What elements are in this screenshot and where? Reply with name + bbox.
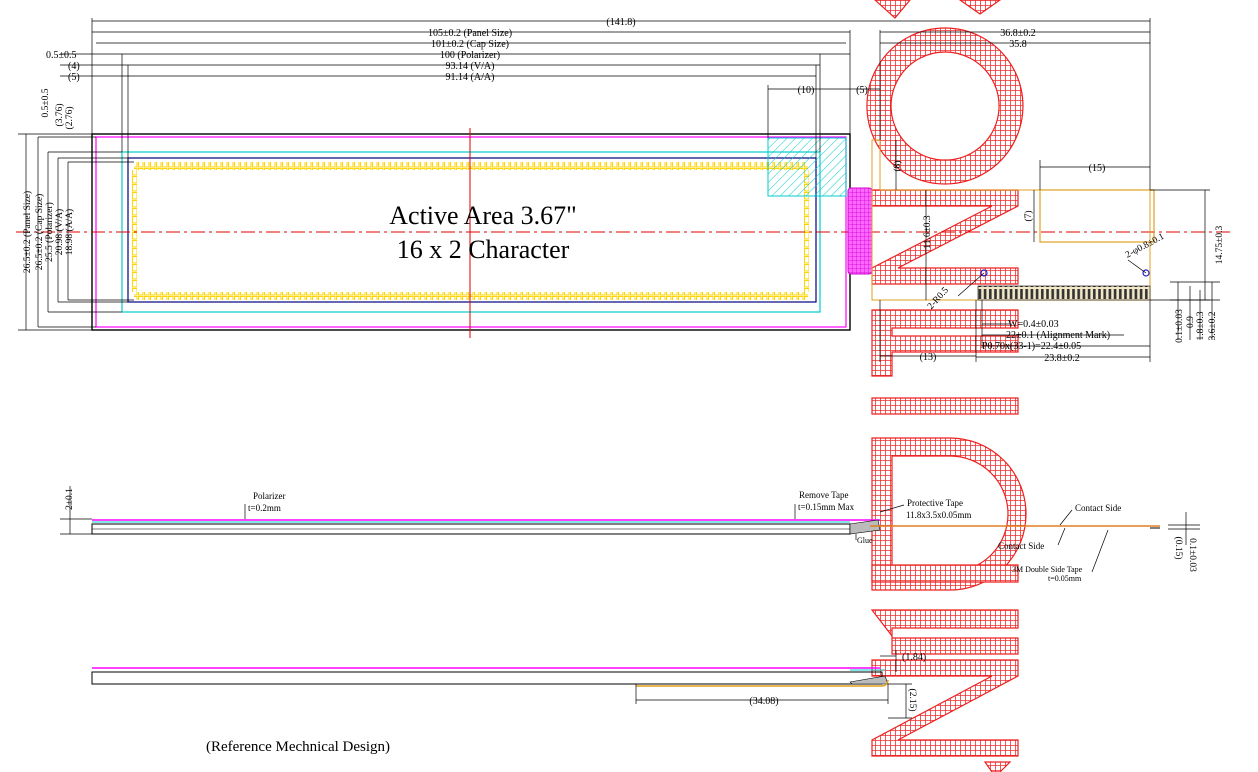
dim-5: (5) <box>856 85 868 96</box>
dim-r2: 1.8±0.3 <box>1196 311 1206 340</box>
dim-pitch: P0.70x(33-1)=22.4±0.05 <box>982 341 1081 352</box>
dim-hole-right: 2-φ0.8±0.1 <box>1124 232 1166 261</box>
dim-aa-width: 91.14 (A/A) <box>446 72 495 83</box>
connector-block <box>847 187 873 275</box>
dim-fpc-thickness-2: (0.15) <box>1173 537 1184 560</box>
dim-left-l2: (3.76) <box>54 104 65 127</box>
va-outline <box>127 157 817 303</box>
fpc-pins <box>977 285 1151 301</box>
dim-left-offset-2: (4) <box>68 61 80 72</box>
character-title: 16 x 2 Character <box>397 235 570 264</box>
dim-r4: 0.1±0.03 <box>1175 309 1185 343</box>
label-remove-tape: Remove Tape <box>799 490 848 500</box>
dim-left-offset-3: (5) <box>68 72 80 83</box>
dim-r1: 3.6±0.2 <box>1208 311 1218 340</box>
active-area-left-col <box>132 170 137 292</box>
dim-fpc-thickness: 0.1±0.03 <box>1187 538 1197 572</box>
active-area-top-row <box>134 162 808 170</box>
dim-polarizer-height: 25.5 (Polarizer) <box>44 202 55 262</box>
dim-aa-height: 18.98 (A/A) <box>64 209 75 255</box>
dim-7: (7) <box>1023 210 1034 221</box>
top-dimension-lines <box>60 18 1210 301</box>
front-view <box>16 128 1230 338</box>
dim-alignment-mark: 22±0.1 (Alignment Mark) <box>1006 330 1110 341</box>
dim-15: (15) <box>1089 163 1106 174</box>
dim-polarizer-width: 100 (Polarizer) <box>440 50 500 61</box>
dim-va-height: 20.98 (V/A) <box>54 209 65 255</box>
dim-panel-height: 26.5±0.2 (Panel Size) <box>22 191 33 273</box>
dim-8: (8) <box>892 160 903 171</box>
label-double-side-tape-thickness: t=0.05mm <box>1048 574 1082 583</box>
label-remove-tape-thickness: t=0.15mm Max <box>798 502 855 512</box>
hatched-corner <box>767 137 847 197</box>
active-area-bottom-row <box>134 292 808 300</box>
dim-overall-width: (141.8) <box>606 17 635 28</box>
label-double-side-tape: 3M Double Side Tape <box>1012 565 1083 574</box>
dim-cap-width: 101±0.2 (Cap Size) <box>431 39 509 50</box>
dim-left-l3: (2.76) <box>64 107 75 130</box>
footer-caption: (Reference Mechnical Design) <box>206 739 390 755</box>
dim-fpc-inner: 35.8 <box>1009 39 1027 50</box>
dim-10: (10) <box>798 85 815 96</box>
label-protective-tape: Protective Tape <box>907 498 963 508</box>
dim-r3: 0.9 <box>1186 316 1196 328</box>
dim-2-15: (2.15) <box>907 689 918 712</box>
active-area-title: Active Area 3.67" <box>389 201 577 230</box>
label-polarizer: Polarizer <box>253 491 285 501</box>
dim-left-l1: 0.5±0.5 <box>41 88 51 117</box>
label-protective-size: 11.8x3.5x0.05mm <box>906 510 971 520</box>
dim-fpc-width: 36.8±0.2 <box>1000 28 1036 39</box>
dim-fpc-height: 14.75±0.3 <box>1215 226 1225 265</box>
dim-left-offset-1: 0.5±0.5 <box>46 50 77 61</box>
mechanical-drawing: Active Area 3.67" 16 x 2 Character (141.… <box>16 0 1230 772</box>
dim-hole-left: 2-R0.5 <box>926 285 951 311</box>
dim-va-width: 93.14 (V/A) <box>446 61 495 72</box>
dim-cap-height: 26.5±0.2 (Cap Size) <box>34 194 45 270</box>
fpc-stiffener <box>1039 189 1155 243</box>
dim-pin-width: W=0.4±0.03 <box>1008 319 1059 330</box>
label-glue: Glue <box>857 536 873 545</box>
label-contact-side-bottom: Contact Side <box>998 541 1044 551</box>
label-contact-side-top: Contact Side <box>1075 503 1121 513</box>
dim-thickness: 2±0.1 <box>65 488 75 510</box>
dim-panel-width: 105±0.2 (Panel Size) <box>428 28 512 39</box>
dim-1-84: (1.84) <box>902 652 926 663</box>
dim-11-6: 11.6±0.3 <box>923 215 933 249</box>
bottom-view <box>91 650 912 719</box>
side-view <box>60 486 1200 573</box>
label-polarizer-thickness: t=0.2mm <box>248 503 281 513</box>
dim-34-08: (34.08) <box>749 696 778 707</box>
dim-13: (13) <box>920 352 937 363</box>
dim-fpc-total: 23.8±0.2 <box>1044 353 1080 364</box>
